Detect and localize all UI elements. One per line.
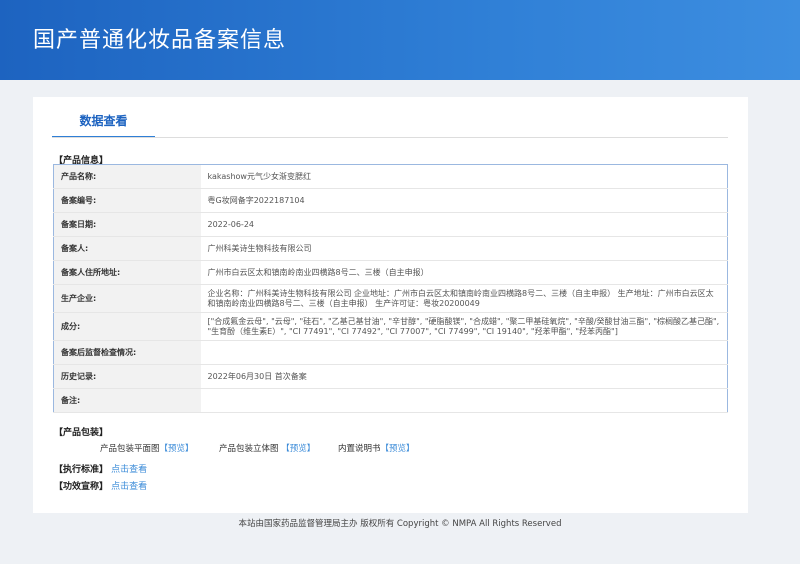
row-label: 备案日期: xyxy=(53,212,201,237)
page-header: 国产普通化妆品备案信息 xyxy=(0,0,800,80)
packaging-label: 产品包装平面图 xyxy=(100,444,160,454)
table-row: 备案日期: 2022-06-24 xyxy=(53,212,728,237)
row-value: 2022-06-24 xyxy=(200,212,728,237)
packaging-item: 产品包装平面图【预览】 xyxy=(100,442,194,454)
packaging-label: 产品包装立体图 xyxy=(219,444,279,454)
packaging-label: 内置说明书 xyxy=(338,444,381,454)
preview-link[interactable]: 【预览】 xyxy=(160,444,194,454)
row-value: 企业名称：广州科美诗生物科技有限公司 企业地址：广州市白云区太和镇南岭南业四横路… xyxy=(200,284,728,313)
table-row: 历史记录: 2022年06月30日 首次备案 xyxy=(53,364,728,389)
table-row: 备案人: 广州科美诗生物科技有限公司 xyxy=(53,236,728,261)
row-label: 成分: xyxy=(53,312,201,341)
standard-label: 【执行标准】 xyxy=(54,465,109,475)
table-row: 备案人住所地址: 广州市白云区太和镇南岭南业四横路8号二、三楼（自主申报） xyxy=(53,260,728,285)
row-value: kakashow元气少女渐变腮红 xyxy=(200,164,728,189)
row-value: ["合成氟金云母", "云母", "硅石", "乙基己基甘油", "辛甘醇", … xyxy=(200,312,728,341)
section-packaging: 【产品包装】 xyxy=(54,428,109,438)
table-row: 备注: xyxy=(53,388,728,413)
row-label: 备案编号: xyxy=(53,188,201,213)
table-row: 产品名称: kakashow元气少女渐变腮红 xyxy=(53,164,728,189)
footer: 本站由国家药品监督管理局主办 版权所有 Copyright © NMPA All… xyxy=(238,519,562,529)
row-value xyxy=(200,340,728,365)
row-label: 产品名称: xyxy=(53,164,201,189)
row-label: 备案后监督检查情况: xyxy=(53,340,201,365)
preview-link[interactable]: 【预览】 xyxy=(281,444,315,454)
table-row: 成分: ["合成氟金云母", "云母", "硅石", "乙基己基甘油", "辛甘醇… xyxy=(53,312,728,341)
page-title: 国产普通化妆品备案信息 xyxy=(33,28,287,53)
packaging-item: 内置说明书【预览】 xyxy=(338,442,415,454)
row-value: 2022年06月30日 首次备案 xyxy=(200,364,728,389)
row-label: 备案人住所地址: xyxy=(53,260,201,285)
row-value: 粤G妆网备字2022187104 xyxy=(200,188,728,213)
content-card: 数据查看 【产品信息】 产品名称: kakashow元气少女渐变腮红 备案编号: 粤G… xyxy=(33,97,748,513)
row-label: 备案人: xyxy=(53,236,201,261)
efficacy-view-link[interactable]: 点击查看 xyxy=(111,482,147,492)
table-row: 备案后监督检查情况: xyxy=(53,340,728,365)
table-row: 备案编号: 粤G妆网备字2022187104 xyxy=(53,188,728,213)
efficacy-label: 【功效宣称】 xyxy=(54,482,109,492)
section-efficacy: 【功效宣称】 点击查看 xyxy=(54,479,147,492)
row-label: 历史记录: xyxy=(53,364,201,389)
table-row: 生产企业: 企业名称：广州科美诗生物科技有限公司 企业地址：广州市白云区太和镇南岭… xyxy=(53,284,728,313)
row-value: 广州科美诗生物科技有限公司 xyxy=(200,236,728,261)
row-label: 生产企业: xyxy=(53,284,201,313)
tab-data-view[interactable]: 数据查看 xyxy=(52,112,155,138)
row-value xyxy=(200,388,728,413)
row-label: 备注: xyxy=(53,388,201,413)
tab-divider xyxy=(52,137,728,138)
product-info-table: 产品名称: kakashow元气少女渐变腮红 备案编号: 粤G妆网备字20221871… xyxy=(53,164,728,413)
section-standard: 【执行标准】 点击查看 xyxy=(54,462,147,475)
preview-link[interactable]: 【预览】 xyxy=(381,444,415,454)
row-value: 广州市白云区太和镇南岭南业四横路8号二、三楼（自主申报） xyxy=(200,260,728,285)
packaging-item: 产品包装立体图 【预览】 xyxy=(219,442,315,454)
standard-view-link[interactable]: 点击查看 xyxy=(111,465,147,475)
